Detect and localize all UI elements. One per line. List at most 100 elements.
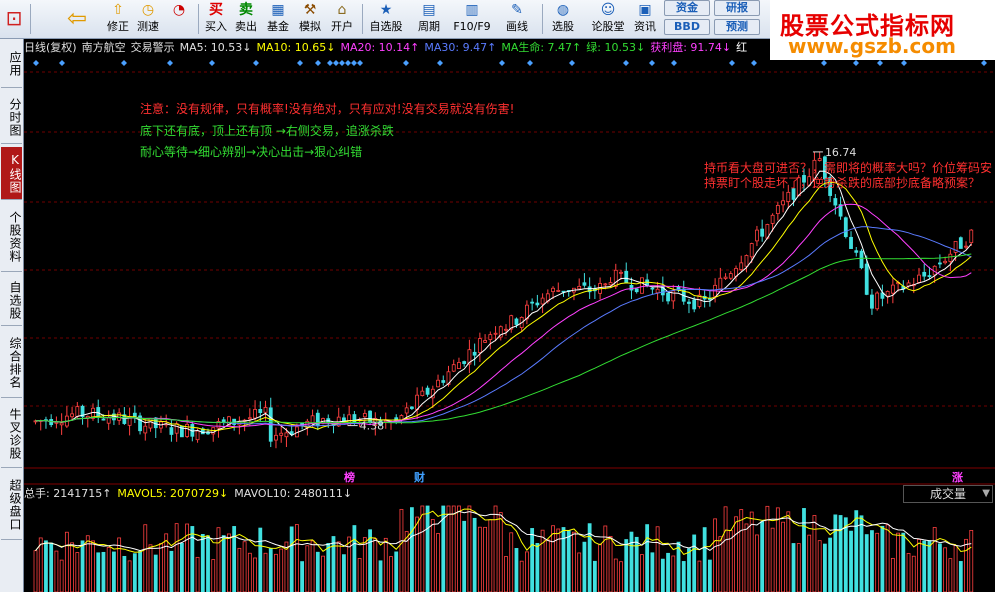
period-icon: ▤ (422, 2, 436, 18)
side-tab-diagnose[interactable]: 牛叉诊股 (1, 401, 22, 468)
indicator-select[interactable]: 成交量 ▼ (903, 485, 993, 503)
news-button[interactable]: ▣ 资讯 (630, 1, 660, 37)
buy-button[interactable]: 买买入 (202, 1, 230, 37)
indicator-value-8: 绿: 10.53↓ (586, 41, 646, 54)
marker-cai[interactable]: 财 (414, 469, 425, 485)
volume-bar (509, 532, 514, 592)
volume-bar (551, 525, 555, 592)
research-pill[interactable]: 研报 (714, 0, 760, 16)
indicator-value-1: 南方航空 (81, 41, 126, 54)
candle-body (603, 283, 608, 286)
volume-bar (864, 534, 869, 592)
bbd-pill[interactable]: BBD (664, 19, 710, 35)
candle-body (964, 245, 968, 248)
candle-body (169, 427, 174, 435)
signal-diamond (437, 60, 443, 66)
stock-picker-button[interactable]: ◍ 选股 (548, 1, 578, 37)
candle-body (352, 414, 357, 423)
side-tab-profile[interactable]: 个股资料 (1, 203, 22, 272)
side-tab-intraday[interactable]: 分时图 (1, 91, 22, 144)
open-account-button[interactable]: ⌂ 开户 (328, 1, 356, 37)
sell-button[interactable]: 卖卖出 (232, 1, 260, 37)
volume-bar (598, 543, 602, 592)
candle-body (650, 287, 655, 290)
volume-bar (906, 553, 911, 592)
side-tab-ranking[interactable]: 综合排名 (1, 329, 22, 398)
indicator-value-9: 获利盘: 91.74↓ (650, 41, 732, 54)
volume-bar (498, 512, 503, 592)
volume-bar (206, 535, 210, 592)
candle-body (864, 263, 869, 295)
volume-bar (70, 542, 74, 592)
watchlist-button[interactable]: ★ 自选股 (366, 1, 406, 37)
volume-bar (425, 505, 430, 592)
draw-line-button[interactable]: ✎ 画线 (500, 1, 534, 37)
volume-bar (849, 530, 853, 592)
signal-diamond (333, 60, 339, 66)
volume-bar (415, 516, 420, 592)
volume-bar (227, 533, 231, 592)
candle-body (849, 236, 853, 249)
volume-bar (195, 556, 200, 592)
volume-bar (802, 508, 806, 592)
volume-bar (577, 552, 582, 592)
signal-diamond (403, 60, 409, 66)
volume-bar (268, 547, 273, 592)
up-icon: ⇧ (112, 2, 124, 18)
forecast-pill[interactable]: 预测 (714, 19, 760, 35)
volume-value-1: MAVOL5: 2070729↓ (117, 487, 229, 500)
candle-body (540, 297, 545, 305)
candle-body (253, 408, 257, 419)
signal-diamond (981, 60, 987, 66)
btn-1[interactable]: ◷ 测速 (134, 1, 162, 37)
candle-body (174, 423, 179, 434)
side-tab-watchlist[interactable]: 自选股 (1, 275, 22, 326)
volume-bar (624, 539, 629, 592)
signal-diamond (729, 60, 735, 66)
capital-pill[interactable]: 资金 (664, 0, 710, 16)
candle-body (781, 200, 785, 206)
candle-body (279, 432, 284, 436)
signal-diamond (569, 60, 575, 66)
candle-body (775, 204, 780, 215)
btn-0[interactable]: ⇧ 修正 (104, 1, 132, 37)
signal-diamond (209, 60, 215, 66)
candle-body (551, 287, 555, 293)
sidebar: 应用 分时图 K线图 个股资料 自选股 综合排名 牛叉诊股 超级盘口 (0, 39, 24, 592)
volume-bar (592, 560, 597, 592)
f10-button[interactable]: ▥ F10/F9 (450, 1, 494, 37)
side-tab-kline[interactable]: K线图 (1, 147, 22, 200)
volume-bar (859, 515, 864, 592)
side-tab-level2[interactable]: 超级盘口 (1, 471, 22, 540)
candle-body (477, 338, 482, 353)
btn-speed[interactable]: ◔测速 (164, 1, 194, 37)
volume-bar (462, 520, 467, 592)
side-tab-apps[interactable]: 应用 (1, 41, 22, 88)
candle-body (75, 406, 80, 417)
indicator-value-4: MA10: 10.65↓ (256, 41, 336, 54)
volume-bar (143, 524, 148, 592)
volume-bar (545, 539, 550, 592)
candle-body (101, 418, 106, 421)
period-button[interactable]: ▤ 周期 (412, 1, 446, 37)
marker-zhang[interactable]: 涨 (952, 469, 963, 485)
volume-bar (49, 542, 54, 592)
back-icon[interactable]: ⇦ (62, 1, 92, 37)
volume-bar (33, 550, 38, 592)
volume-bar (315, 551, 320, 592)
volume-bar (258, 527, 263, 592)
volume-bar (153, 554, 158, 592)
volume-bar (336, 541, 341, 592)
volume-bar (274, 553, 278, 592)
app-icon[interactable]: ⊡ (2, 1, 26, 37)
volume-bar (687, 548, 691, 592)
simulate-button[interactable]: ⚒ 模拟 (296, 1, 324, 37)
volume-bar (870, 530, 874, 592)
volume-bar (357, 558, 362, 592)
candle-body (885, 290, 890, 297)
forum-button[interactable]: ☺ 论股堂 (588, 1, 628, 37)
candle-body (488, 334, 493, 340)
fund-button[interactable]: ▦ 基金 (264, 1, 292, 37)
marker-bang[interactable]: 榜 (344, 469, 355, 485)
volume-bar (582, 541, 587, 592)
